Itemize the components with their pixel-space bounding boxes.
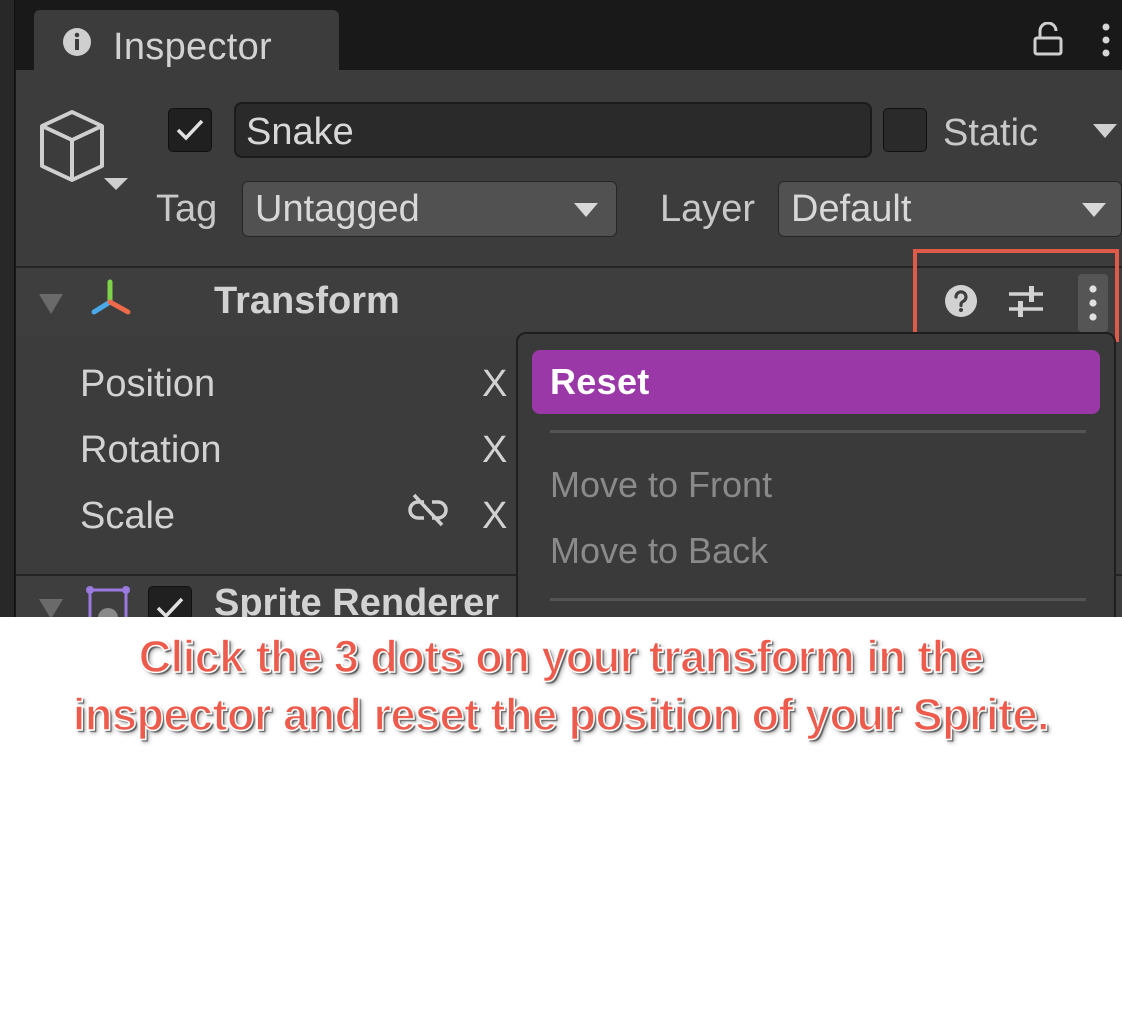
menu-item-move-to-back[interactable]: Move to Back	[550, 530, 768, 572]
sprite-renderer-title: Sprite Renderer	[214, 582, 500, 617]
gameobject-header: Snake Static Tag Untagged Layer Default	[16, 70, 1122, 266]
rotation-x-label[interactable]: X	[482, 429, 507, 472]
menu-item-label: Reset	[550, 361, 650, 402]
unlink-icon[interactable]	[406, 492, 450, 528]
menu-separator	[550, 598, 1086, 601]
layer-label: Layer	[660, 188, 756, 230]
rotation-label: Rotation	[80, 429, 222, 471]
tag-dropdown[interactable]: Untagged	[242, 181, 617, 237]
unity-editor-screenshot: Inspector Snake Static Tag Untagged Laye…	[0, 0, 1122, 617]
check-icon	[156, 597, 184, 617]
foldout-arrow-icon[interactable]	[38, 598, 64, 617]
cube-icon[interactable]	[38, 108, 148, 208]
position-label: Position	[80, 363, 216, 405]
inspector-tab-bar: Inspector	[16, 0, 1122, 72]
static-label: Static	[943, 112, 1039, 154]
transform-title: Transform	[214, 280, 400, 322]
chevron-down-icon	[1082, 203, 1106, 217]
check-icon	[176, 119, 204, 141]
caption-line-1: Click the 3 dots on your transform in th…	[138, 630, 985, 683]
tab-inspector[interactable]: Inspector	[34, 10, 339, 72]
layer-dropdown[interactable]: Default	[778, 181, 1122, 237]
name-value: Snake	[246, 111, 354, 153]
kebab-icon[interactable]	[1096, 22, 1116, 58]
position-x-label[interactable]: X	[482, 363, 507, 406]
chevron-down-icon	[574, 203, 598, 217]
sprite-renderer-enabled-checkbox[interactable]	[148, 586, 192, 617]
info-icon	[63, 28, 91, 56]
transform-axis-icon	[91, 279, 131, 315]
caption-line-2: inspector and reset the position of your…	[72, 688, 1050, 741]
static-checkbox[interactable]	[883, 108, 927, 152]
scale-label: Scale	[80, 495, 176, 537]
menu-separator	[550, 430, 1086, 433]
menu-item-reset[interactable]: Reset	[532, 350, 1100, 414]
lock-icon[interactable]	[1032, 22, 1064, 56]
tag-value: Untagged	[255, 188, 420, 230]
component-context-menu: Reset Move to Front Move to Back	[516, 332, 1116, 617]
layer-value: Default	[791, 188, 912, 230]
scale-x-label[interactable]: X	[482, 495, 507, 538]
tag-label: Tag	[156, 188, 218, 230]
menu-item-move-to-front[interactable]: Move to Front	[550, 464, 772, 506]
foldout-arrow-icon[interactable]	[38, 293, 64, 315]
sprite-renderer-icon	[86, 586, 130, 617]
active-checkbox[interactable]	[168, 108, 212, 152]
name-field[interactable]: Snake	[234, 102, 872, 158]
chevron-down-icon[interactable]	[1092, 122, 1118, 140]
instruction-caption: Click the 3 dots on your transform in th…	[0, 628, 1122, 744]
tab-label: Inspector	[113, 26, 273, 68]
left-panel-edge	[0, 0, 15, 617]
annotation-highlight-box	[913, 249, 1119, 342]
